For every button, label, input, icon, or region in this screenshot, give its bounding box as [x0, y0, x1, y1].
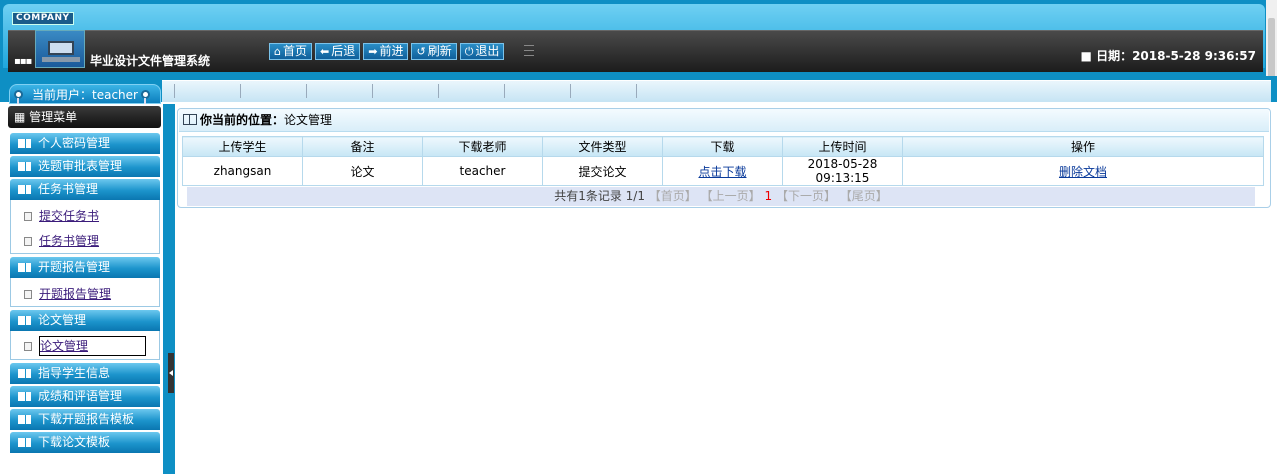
book-icon [18, 392, 31, 401]
book-icon [18, 415, 31, 424]
tab-strip [162, 80, 1271, 102]
cell-upload-time: 2018-05-28 09:13:15 [782, 156, 903, 186]
pin-icon [141, 90, 150, 106]
col-header-upload-time: 上传时间 [782, 136, 903, 157]
book-icon [18, 369, 31, 378]
table-row: zhangsan 论文 teacher 提交论文 点击下载 2018-05-28… [182, 156, 1264, 186]
document-icon [24, 212, 32, 221]
book-icon [183, 114, 197, 125]
sidebar-section-thesis-template[interactable]: 下载论文模板 [10, 432, 160, 453]
back-arrow-icon: ⬅ [320, 45, 330, 58]
download-link[interactable]: 点击下载 [698, 165, 746, 179]
pager-current: 1 [764, 189, 773, 203]
col-header-teacher: 下载老师 [422, 136, 543, 157]
menu-lines-icon[interactable] [524, 45, 534, 56]
sidebar-section-proposal-template[interactable]: 下载开题报告模板 [10, 409, 160, 430]
company-logo: COMPANY [12, 12, 74, 25]
forward-button[interactable]: ➡ 前进 [363, 43, 409, 60]
table-header-row: 上传学生 备注 下载老师 文件类型 下载 上传时间 操作 [182, 136, 1264, 157]
col-header-student: 上传学生 [182, 136, 303, 157]
pager-next[interactable]: 【下一页】 [776, 189, 836, 203]
dots-icon: ▪▪▪ [14, 56, 32, 67]
sidebar-edge [163, 104, 175, 474]
pin-icon [14, 90, 23, 106]
tab-separator [240, 84, 241, 98]
pagination: 共有1条记录 1/1 【首页】 【上一页】 1 【下一页】 【尾页】 [187, 187, 1255, 206]
grid-icon: ▦ [14, 110, 30, 124]
scrollbar[interactable] [1266, 0, 1277, 78]
computer-logo-icon [35, 30, 85, 68]
cell-action: 删除文档 [902, 156, 1264, 186]
sidebar-section-assignment[interactable]: 任务书管理 [10, 179, 160, 200]
book-icon [18, 162, 31, 171]
sidebar-item-assignment-manage: 任务书管理 [24, 232, 99, 249]
tab-separator [636, 84, 637, 98]
sidebar-toggle[interactable] [168, 353, 174, 393]
refresh-icon: ↺ [416, 45, 426, 58]
col-header-download: 下载 [662, 136, 783, 157]
cell-filetype: 提交论文 [542, 156, 663, 186]
tab-separator [306, 84, 307, 98]
nav-toolbar: ⌂ 首页 ⬅ 后退 ➡ 前进 ↺ 刷新 ⏻ 退出 [269, 43, 505, 60]
sidebar-item-proposal-manage: 开题报告管理 [24, 285, 111, 302]
col-header-filetype: 文件类型 [542, 136, 663, 157]
back-button[interactable]: ⬅ 后退 [315, 43, 361, 60]
book-icon [18, 185, 31, 194]
tab-separator [438, 84, 439, 98]
sidebar-item-submit-assignment: 提交任务书 [24, 207, 99, 224]
system-title: 毕业设计文件管理系统 [90, 54, 211, 68]
date-display: ■ 日期：2018-5-28 9:36:57 [1080, 49, 1256, 63]
cell-student: zhangsan [182, 156, 303, 186]
pager-summary: 共有1条记录 1/1 [554, 189, 645, 203]
forward-arrow-icon: ➡ [368, 45, 378, 58]
cell-teacher: teacher [422, 156, 543, 186]
document-icon [24, 237, 32, 246]
cell-download: 点击下载 [662, 156, 783, 186]
tab-separator [504, 84, 505, 98]
book-icon [18, 438, 31, 447]
location-bar [179, 109, 1269, 132]
pager-first[interactable]: 【首页】 [649, 189, 697, 203]
book-icon [18, 316, 31, 325]
pager-last[interactable]: 【尾页】 [840, 189, 888, 203]
col-header-note: 备注 [302, 136, 423, 157]
breadcrumb: 你当前的位置：论文管理 [183, 111, 332, 128]
sidebar-section-topic-approval[interactable]: 选题审批表管理 [10, 156, 160, 177]
col-header-action: 操作 [902, 136, 1264, 157]
delete-document-link[interactable]: 删除文档 [1059, 165, 1107, 179]
sidebar-section-students[interactable]: 指导学生信息 [10, 363, 160, 384]
cell-note: 论文 [302, 156, 423, 186]
tab-separator [570, 84, 571, 98]
document-icon [24, 290, 32, 299]
sidebar-item-thesis-manage: 论文管理 [24, 336, 146, 356]
home-button[interactable]: ⌂ 首页 [269, 43, 312, 60]
sidebar-section-grades[interactable]: 成绩和评语管理 [10, 386, 160, 407]
book-icon [18, 139, 31, 148]
pager-prev[interactable]: 【上一页】 [701, 189, 761, 203]
refresh-button[interactable]: ↺ 刷新 [411, 43, 457, 60]
tab-separator [372, 84, 373, 98]
tab-separator [174, 84, 175, 98]
scrollbar-thumb[interactable] [1268, 18, 1275, 78]
sidebar-section-thesis[interactable]: 论文管理 [10, 310, 160, 331]
book-icon [18, 263, 31, 272]
menu-title: ▦ 管理菜单 [8, 106, 161, 128]
logout-button[interactable]: ⏻ 退出 [459, 43, 505, 60]
documents-table: 上传学生 备注 下载老师 文件类型 下载 上传时间 操作 zhangsan 论文… [182, 136, 1264, 186]
sidebar-section-proposal[interactable]: 开题报告管理 [10, 257, 160, 278]
current-user-label: 当前用户：teacher [9, 84, 161, 104]
sidebar-section-password[interactable]: 个人密码管理 [10, 133, 160, 154]
home-icon: ⌂ [274, 45, 281, 58]
power-icon: ⏻ [464, 45, 474, 58]
document-icon [24, 342, 32, 351]
